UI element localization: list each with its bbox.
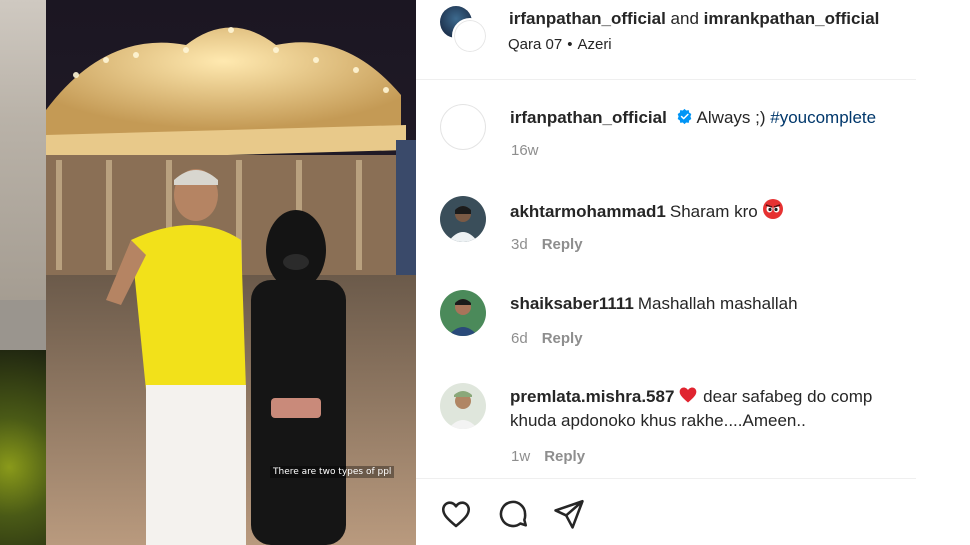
comment-text: Sharam kro [669,202,763,221]
comment-text: Mashallah mashallah [637,294,798,313]
location-language[interactable]: Azeri [577,36,611,53]
comment-meta: 3d Reply [511,236,583,253]
post-authors: irfanpathan_official and imrankpathan_of… [509,9,879,29]
comment-username[interactable]: shaiksaber1111 [510,294,634,313]
carousel-photo [46,0,416,545]
comment-username[interactable]: premlata.mishra.587 [510,387,674,406]
reply-button[interactable]: Reply [542,236,583,253]
caption-text: Always ;) [696,108,771,127]
background-feed-strip [0,0,46,545]
caption-meta: 16w [511,142,539,159]
author-username-1[interactable]: irfanpathan_official [509,9,666,28]
red-heart-emoji-icon [680,387,697,403]
author-username-2[interactable]: imrankpathan_official [704,9,880,28]
comment-time[interactable]: 1w [511,448,530,465]
avatar[interactable] [440,383,486,429]
avatar[interactable] [440,196,486,242]
comment-time[interactable]: 6d [511,330,528,347]
separator-dot: • [567,36,573,53]
post-detail-panel: irfanpathan_official and imrankpathan_of… [416,0,970,545]
post-location: Qara 07 • Azeri [508,36,612,53]
comment-icon[interactable] [496,497,530,531]
comment-username[interactable]: akhtarmohammad1 [510,202,666,221]
caption-username[interactable]: irfanpathan_official [510,108,667,127]
angry-face-emoji-icon [763,199,784,219]
author-joiner: and [670,9,699,28]
post-header: irfanpathan_official and imrankpathan_of… [416,0,916,80]
media-overlay-text: There are two types of ppl [270,466,395,478]
avatar[interactable] [440,290,486,336]
collab-avatar-2[interactable] [452,18,488,54]
location-date[interactable]: Qara 07 [508,36,562,53]
comment-time[interactable]: 3d [511,236,528,253]
avatar[interactable] [440,104,486,150]
reply-button[interactable]: Reply [542,330,583,347]
caption-time[interactable]: 16w [511,142,539,159]
post-actions-bar [416,478,916,545]
share-icon[interactable] [552,497,586,531]
heart-icon[interactable] [439,497,473,531]
comment-text: dear safabeg do comp [698,387,873,406]
caption-hashtag[interactable]: #youcomplete [770,108,876,127]
post-image: There are two types of ppl [46,0,416,545]
comment-text-line2: khuda apdonoko khus rakhe....Ameen.. [510,411,806,430]
comment-meta: 6d Reply [511,330,583,347]
reply-button[interactable]: Reply [544,448,585,465]
verified-badge-icon [677,108,691,125]
comment-meta: 1w Reply [511,448,585,465]
